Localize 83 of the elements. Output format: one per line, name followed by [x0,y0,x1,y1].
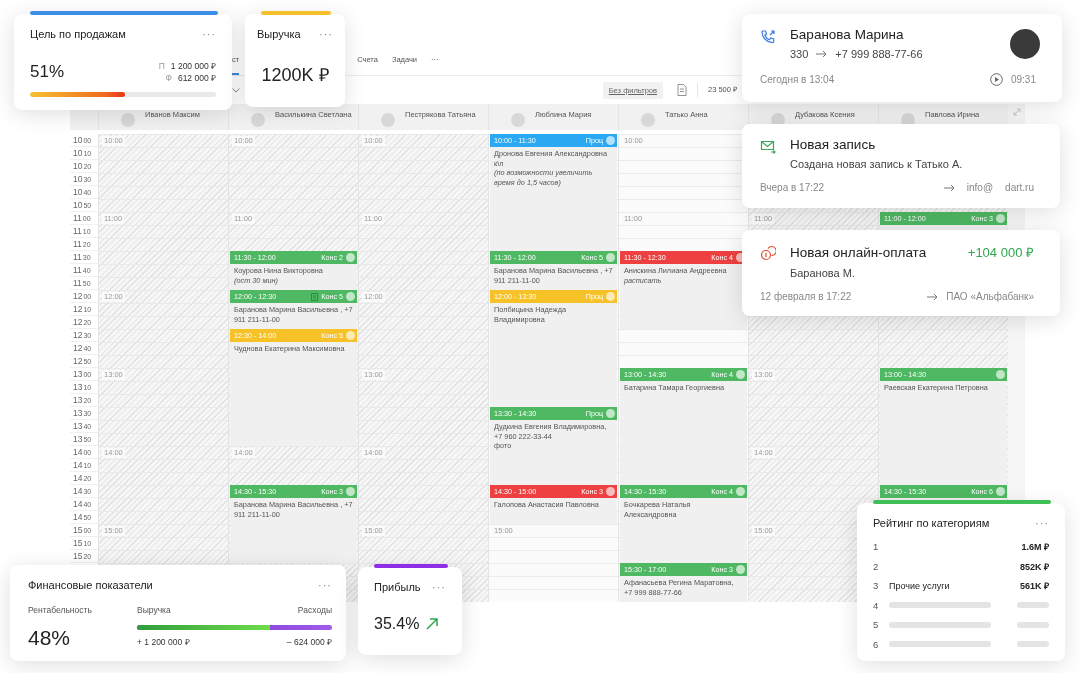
placeholder-bar [1017,621,1049,628]
recipient-email: info@ [966,182,994,193]
plan-mark: П [158,61,165,71]
card-title: Выручка [257,28,301,40]
revenue-value: 1200K ₽ [260,64,330,86]
phone-icon [760,29,776,45]
placeholder-bar [1017,641,1049,648]
card-title: Финансовые показатели [28,579,153,591]
notification-time: Вчера в 17:22 [760,182,825,193]
client-avatar [996,370,1005,379]
notification-title: Новая онлайн-оплата [790,244,927,260]
rank-number: 2 [873,560,880,572]
extension-number: 330 [790,48,809,60]
call-time: Сегодня в 13:04 [760,74,835,85]
recipient-email: dart.ru [1005,182,1034,193]
arrow-icon [816,50,828,58]
bank-name: ПАО «Альфабанк» [946,291,1034,302]
category-value: 1.6M ₽ [1021,541,1049,554]
fact-mark: Ф [165,73,172,83]
trend-up-icon [426,618,439,630]
client-avatar [606,409,615,418]
call-duration: 09:31 [1010,74,1036,85]
avatar [641,113,655,127]
notification-text: Создана новая запись к Татько А. [790,158,963,170]
coins-icon [760,245,776,261]
plan-amount: 1 200 000 ₽ [170,61,216,71]
client-avatar [346,292,355,301]
avatar [1010,28,1040,59]
avatar [121,113,135,127]
income-amount: + 1 200 000 ₽ [137,636,190,647]
more-menu[interactable]: ··· [319,28,333,40]
document-icon[interactable] [676,84,687,96]
metric-label: Расходы [297,605,332,615]
avatar [251,113,265,127]
more-menu[interactable]: ··· [202,28,216,40]
metric-label: Выручка [137,605,171,615]
card-title: Прибыль [374,581,421,593]
client-avatar [736,487,745,496]
client-avatar [606,253,615,262]
client-avatar [606,136,615,145]
category-value: 561K ₽ [1019,580,1049,593]
card-title: Цель по продажам [30,28,126,40]
client-avatar [606,487,615,496]
notification-time: 12 февраля в 17:22 [760,291,852,302]
arrow-icon [943,183,955,192]
avatar [381,113,395,127]
category-value: 852K ₽ [1019,560,1049,573]
rank-number: 5 [873,619,880,631]
rank-number: 6 [873,638,880,650]
placeholder-bar [1017,602,1049,609]
card-title: Рейтинг по категориям [873,517,990,529]
expense-amount: – 624 000 ₽ [286,636,332,647]
document-icon [311,292,319,301]
client-avatar [996,487,1005,496]
envelope-icon [760,139,776,154]
client-avatar [346,253,355,262]
client-avatar [606,292,615,301]
profit-value: 35.4% [374,615,420,633]
arrow-icon [927,292,939,301]
client-avatar [996,214,1005,223]
payer-name: Баранова М. [790,267,855,279]
client-avatar [346,487,355,496]
avatar [511,113,525,127]
rank-number: 1 [873,541,880,553]
rank-number: 3 [873,580,880,592]
payment-amount: +104 000 ₽ [967,244,1034,261]
margin-value: 48% [28,626,72,650]
rank-number: 4 [873,599,880,611]
more-menu[interactable]: ··· [432,581,446,593]
notification-title: Новая запись [790,137,877,152]
phone-number: +7 999 888-77-66 [835,48,923,60]
more-menu[interactable]: ··· [1035,517,1049,529]
more-menu[interactable]: ··· [318,579,332,591]
fact-amount: 612 000 ₽ [177,73,216,83]
client-avatar [736,370,745,379]
goal-percent: 51% [30,62,65,82]
client-avatar [346,331,355,340]
category-name: Прочие услуги [889,580,951,591]
contact-name: Баранова Марина [790,27,905,42]
client-avatar [736,565,745,574]
accent-bar [261,11,331,15]
metric-label: Рентабельность [28,605,93,615]
play-icon[interactable] [989,73,1003,86]
